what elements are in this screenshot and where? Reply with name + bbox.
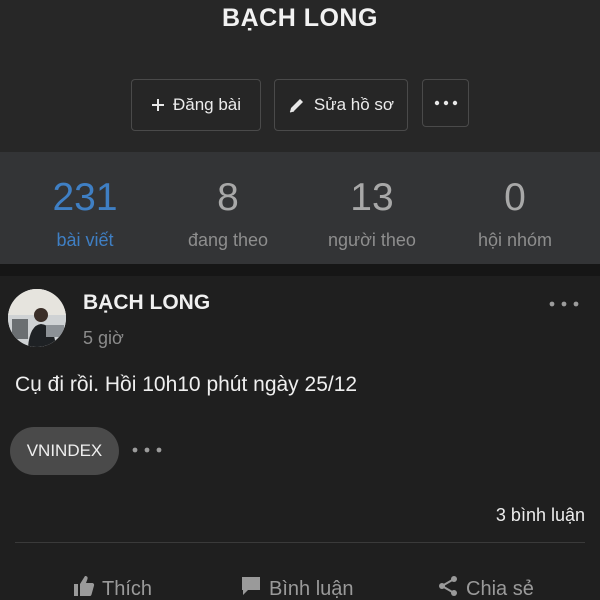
profile-header: BẠCH LONG Đăng bài Sửa hồ sơ [0,0,600,152]
post-content: Cụ đi rồi. Hồi 10h10 phút ngày 25/12 [15,373,358,396]
comment-icon [239,574,263,600]
stat-followers[interactable]: 13 người theo [297,174,447,251]
stat-label: đang theo [187,230,269,250]
stat-value: 8 [217,176,239,219]
more-horizontal-icon [434,100,458,106]
post-author[interactable]: BẠCH LONG [83,291,210,315]
more-horizontal-icon [130,445,164,462]
thumbs-up-icon [72,574,96,600]
share-icon [436,574,460,600]
more-horizontal-icon [546,299,582,316]
tag-more-button[interactable] [130,442,164,458]
edit-profile-button[interactable]: Sửa hồ sơ [274,79,408,131]
profile-more-button[interactable] [422,79,469,127]
stock-tag[interactable]: VNINDEX [10,427,119,475]
stat-value: 0 [504,176,526,219]
like-label: Thích [102,577,153,600]
post-card: BẠCH LONG 5 giờ Cụ đi rồi. Hồi 10h10 phú… [0,276,600,600]
stat-value: 231 [52,176,118,219]
avatar[interactable] [8,289,66,347]
share-label: Chia sẻ [466,577,534,600]
stat-posts[interactable]: 231 bài viết [10,174,160,251]
profile-stats: 231 bài viết 8 đang theo 13 người theo 0… [0,152,600,264]
post-more-button[interactable] [546,296,582,312]
create-post-label: Đăng bài [172,95,242,114]
like-button[interactable]: Thích [72,574,152,600]
stat-label: hội nhóm [477,230,553,250]
share-button[interactable]: Chia sẻ [436,574,534,600]
stat-groups[interactable]: 0 hội nhóm [440,174,590,251]
post-time: 5 giờ [83,328,124,348]
comment-button[interactable]: Bình luận [239,574,354,600]
stat-label: bài viết [56,230,114,250]
comment-count[interactable]: 3 bình luận [496,505,585,526]
edit-profile-label: Sửa hồ sơ [313,95,395,114]
post-divider [15,542,585,543]
section-divider [0,264,600,276]
pencil-icon [288,96,306,114]
create-post-button[interactable]: Đăng bài [131,79,261,131]
plus-icon [151,98,165,112]
comment-label: Bình luận [269,577,354,600]
profile-name: BẠCH LONG [222,4,378,32]
stat-value: 13 [350,176,394,219]
stat-following[interactable]: 8 đang theo [153,174,303,251]
stat-label: người theo [328,230,416,250]
